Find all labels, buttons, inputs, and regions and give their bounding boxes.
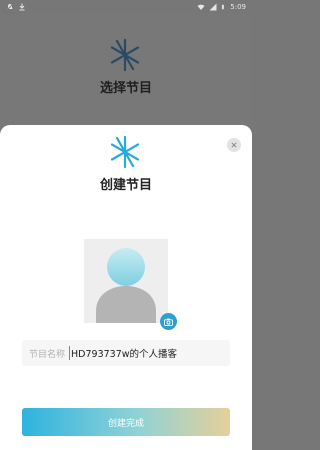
avatar-picker[interactable] <box>84 239 168 323</box>
notification-muted-icon <box>6 3 14 11</box>
download-icon <box>19 3 25 11</box>
create-complete-button[interactable]: 创建完成 <box>22 408 230 436</box>
status-left <box>6 3 26 11</box>
star-burst-icon <box>110 135 140 169</box>
wifi-icon <box>197 4 205 10</box>
avatar-placeholder-icon <box>96 248 156 323</box>
status-time: 5:09 <box>230 3 246 11</box>
sheet-title: 创建节目 <box>99 178 152 193</box>
background-title: 选择节目 <box>99 81 152 96</box>
background-star-burst-icon <box>110 38 140 72</box>
signal-icon <box>209 3 217 11</box>
change-avatar-button[interactable] <box>160 313 177 330</box>
camera-icon <box>164 318 173 326</box>
program-name-field[interactable]: 节目名称 HD793737w的个人播客 <box>22 340 230 366</box>
status-bar: 5:09 <box>0 0 252 14</box>
status-right: 5:09 <box>197 3 246 11</box>
program-name-input[interactable]: HD793737w的个人播客 <box>69 346 177 360</box>
close-button[interactable] <box>227 138 241 152</box>
close-icon <box>231 142 237 148</box>
battery-icon <box>222 4 225 10</box>
program-name-label: 节目名称 <box>29 349 66 360</box>
